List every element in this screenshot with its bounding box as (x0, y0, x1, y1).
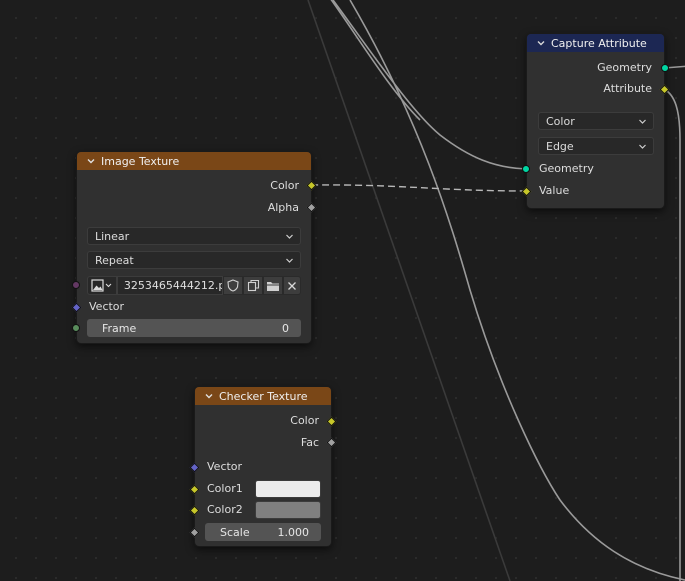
extension-value: Repeat (95, 253, 134, 267)
output-color-socket[interactable] (306, 180, 317, 191)
chevron-down-icon[interactable] (535, 37, 547, 49)
capture-attribute-header[interactable]: Capture Attribute (527, 34, 664, 52)
input-vector-label: Vector (89, 300, 125, 313)
input-color1-label: Color1 (207, 482, 243, 495)
open-image-button[interactable] (263, 276, 284, 295)
chevron-down-icon (286, 234, 293, 239)
frame-label: Frame (102, 321, 137, 335)
input-value-socket[interactable] (521, 186, 532, 197)
image-browse-button[interactable] (87, 276, 117, 295)
close-icon (288, 281, 296, 290)
interpolation-value: Linear (95, 229, 130, 243)
image-name: 3253465444212.p... (123, 279, 223, 292)
output-attribute-label: Attribute (603, 82, 652, 95)
color1-swatch[interactable] (255, 480, 321, 498)
output-alpha-socket[interactable] (306, 202, 317, 213)
output-attribute-socket[interactable] (659, 84, 670, 95)
data-type-dropdown[interactable]: Color (538, 112, 654, 130)
node-title: Capture Attribute (551, 36, 647, 50)
image-texture-node[interactable]: Image Texture Color Alpha Linear Repeat … (71, 151, 317, 344)
scale-value: 1.000 (277, 525, 310, 539)
output-color-socket[interactable] (326, 416, 337, 427)
input-scale-socket[interactable] (189, 527, 200, 538)
shield-icon (227, 279, 239, 292)
chevron-down-icon[interactable] (203, 390, 215, 402)
scale-field[interactable]: Scale 1.000 (205, 523, 321, 541)
duplicate-image-button[interactable] (243, 276, 264, 295)
input-color2-label: Color2 (207, 503, 243, 516)
data-type-value: Color (546, 114, 575, 128)
output-alpha-label: Alpha (267, 201, 299, 214)
frame-field[interactable]: Frame 0 (87, 319, 301, 337)
chevron-down-icon (639, 144, 646, 149)
chevron-down-icon[interactable] (85, 155, 97, 167)
unlink-image-button[interactable] (283, 276, 301, 295)
link-curve (330, 0, 421, 121)
frame-value: 0 (282, 321, 289, 335)
scale-label: Scale (220, 525, 250, 539)
extension-dropdown[interactable]: Repeat (87, 251, 301, 269)
input-vector-socket[interactable] (71, 302, 82, 313)
duplicate-icon (247, 279, 259, 292)
interpolation-dropdown[interactable]: Linear (87, 227, 301, 245)
image-texture-header[interactable]: Image Texture (77, 152, 311, 170)
domain-value: Edge (546, 139, 574, 153)
output-color-label: Color (290, 414, 319, 427)
folder-icon (267, 281, 280, 291)
image-name-field[interactable]: 3253465444212.p... (116, 276, 224, 295)
fake-user-button[interactable] (223, 276, 244, 295)
input-vector-socket[interactable] (189, 462, 200, 473)
input-color1-socket[interactable] (189, 484, 200, 495)
color2-swatch[interactable] (255, 501, 321, 519)
link-diagonal (307, 0, 511, 581)
checker-texture-node[interactable]: Checker Texture Color Fac Vector Color1 … (189, 386, 337, 547)
input-color2-socket[interactable] (189, 505, 200, 516)
image-selector[interactable]: 3253465444212.p... (87, 276, 301, 295)
image-input-socket[interactable] (72, 281, 80, 289)
output-geometry-label: Geometry (597, 61, 652, 74)
chevron-down-icon (639, 119, 646, 124)
domain-dropdown[interactable]: Edge (538, 137, 654, 155)
chevron-down-icon (286, 258, 293, 263)
input-geometry-socket[interactable] (522, 165, 530, 173)
capture-attribute-node[interactable]: Capture Attribute Geometry Attribute Col… (521, 33, 670, 209)
input-geometry-label: Geometry (539, 162, 594, 175)
node-title: Image Texture (101, 154, 180, 168)
output-fac-socket[interactable] (326, 437, 337, 448)
image-icon (91, 279, 112, 292)
input-value-label: Value (539, 184, 570, 197)
link-color-to-value (310, 184, 528, 192)
node-title: Checker Texture (219, 389, 308, 403)
output-color-label: Color (270, 179, 299, 192)
input-frame-socket[interactable] (72, 324, 80, 332)
input-vector-label: Vector (207, 460, 243, 473)
checker-texture-header[interactable]: Checker Texture (195, 387, 331, 405)
output-fac-label: Fac (300, 436, 319, 449)
link-geometry-to-capture (332, 0, 528, 170)
output-geometry-socket[interactable] (661, 64, 669, 72)
link-attribute-out (663, 88, 681, 581)
